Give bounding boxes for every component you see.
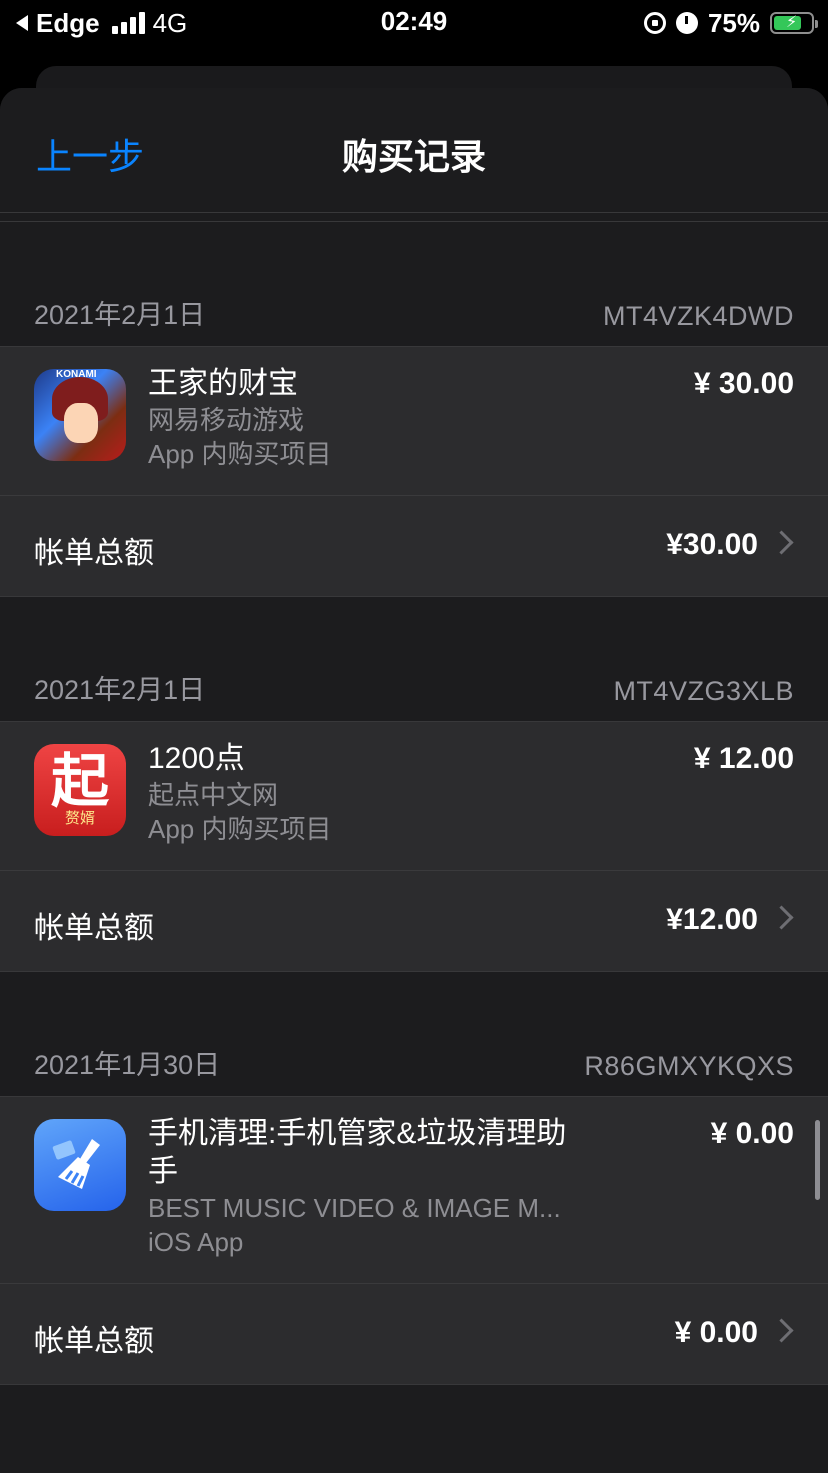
item-developer: BEST MUSIC VIDEO & IMAGE M... xyxy=(148,1193,561,1223)
charging-bolt-icon: ⚡ xyxy=(786,14,798,31)
item-developer: 起点中文网 xyxy=(148,780,279,810)
item-type: App 内购买项目 xyxy=(148,439,332,469)
order-id: MT4VZG3XLB xyxy=(613,676,794,706)
total-label: 帐单总额 xyxy=(34,1325,154,1358)
item-title: 1200点 xyxy=(148,742,245,775)
chevron-right-icon xyxy=(769,905,794,930)
broom-icon xyxy=(52,1139,100,1189)
navigation-bar: 上一步 购买记录 xyxy=(0,88,828,213)
total-value: ¥ 0.00 xyxy=(674,1316,758,1349)
purchase-item[interactable]: 起 赘婿 1200点 起点中文网 App 内购买项目 ¥ 12.00 xyxy=(0,722,828,871)
purchase-item[interactable]: 手机清理:手机管家&垃圾清理助手 BEST MUSIC VIDEO & IMAG… xyxy=(0,1097,828,1284)
order-id: MT4VZK4DWD xyxy=(602,301,794,331)
item-title: 手机清理:手机管家&垃圾清理助手 xyxy=(148,1117,567,1188)
chevron-right-icon xyxy=(769,1318,794,1343)
alarm-icon xyxy=(675,12,698,34)
purchase-date: 2021年1月30日 xyxy=(34,1050,221,1080)
rotation-lock-icon xyxy=(643,12,666,34)
total-label: 帐单总额 xyxy=(34,912,154,945)
purchase-history-sheet: 上一步 购买记录 2021年2月1日 MT4VZK4DWD KONAMI 王家的… xyxy=(0,88,828,1473)
purchase-card: KONAMI 王家的财宝 网易移动游戏 App 内购买项目 ¥ 30.00 帐单… xyxy=(0,347,828,597)
purchase-card: 起 赘婿 1200点 起点中文网 App 内购买项目 ¥ 12.00 帐单总额 … xyxy=(0,722,828,972)
item-price: ¥ 30.00 xyxy=(693,367,794,400)
purchase-date: 2021年2月1日 xyxy=(34,675,206,705)
chevron-right-icon xyxy=(769,530,794,555)
battery-icon: ⚡ xyxy=(770,12,818,34)
purchase-date: 2021年2月1日 xyxy=(34,300,206,330)
icon-caption: 赘婿 xyxy=(64,810,95,827)
total-label: 帐单总额 xyxy=(34,537,154,570)
status-bar: Edge 4G 02:49 75% ⚡ xyxy=(0,0,828,46)
yugioh-app-icon: KONAMI xyxy=(34,369,126,461)
purchase-header: 2021年2月1日 MT4VZG3XLB xyxy=(0,597,828,722)
total-row[interactable]: 帐单总额 ¥30.00 xyxy=(0,496,828,596)
item-developer: 网易移动游戏 xyxy=(148,405,305,435)
order-id: R86GMXYKQXS xyxy=(584,1051,794,1081)
screen: Edge 4G 02:49 75% ⚡ 上一步 购买记录 2021年2月1日 M… xyxy=(0,0,828,1473)
total-value: ¥12.00 xyxy=(666,903,758,936)
battery-percent: 75% xyxy=(707,7,760,38)
item-text: 手机清理:手机管家&垃圾清理助手 BEST MUSIC VIDEO & IMAG… xyxy=(148,1115,794,1259)
item-type: App 内购买项目 xyxy=(148,814,332,844)
purchase-header: 2021年2月1日 MT4VZK4DWD xyxy=(0,222,828,347)
status-right: 75% ⚡ xyxy=(643,6,818,40)
purchase-item[interactable]: KONAMI 王家的财宝 网易移动游戏 App 内购买项目 ¥ 30.00 xyxy=(0,347,828,496)
purchase-card: 手机清理:手机管家&垃圾清理助手 BEST MUSIC VIDEO & IMAG… xyxy=(0,1097,828,1385)
item-price: ¥ 12.00 xyxy=(693,742,794,775)
icon-glyph: 起 xyxy=(50,747,109,815)
item-price: ¥ 0.00 xyxy=(710,1117,794,1150)
next-purchase-header xyxy=(0,1385,828,1473)
page-title: 购买记录 xyxy=(341,136,486,177)
nav-divider xyxy=(0,213,828,222)
item-title: 王家的财宝 xyxy=(148,367,298,400)
item-type: iOS App xyxy=(148,1227,244,1257)
purchase-header: 2021年1月30日 R86GMXYKQXS xyxy=(0,972,828,1097)
scroll-indicator[interactable] xyxy=(815,1120,820,1200)
icon-art xyxy=(64,403,98,443)
total-value: ¥30.00 xyxy=(666,528,758,561)
total-row[interactable]: 帐单总额 ¥12.00 xyxy=(0,871,828,971)
battery-tip xyxy=(815,20,818,28)
cleaner-app-icon xyxy=(34,1119,126,1211)
total-row[interactable]: 帐单总额 ¥ 0.00 xyxy=(0,1284,828,1384)
qidian-app-icon: 起 赘婿 xyxy=(34,744,126,836)
